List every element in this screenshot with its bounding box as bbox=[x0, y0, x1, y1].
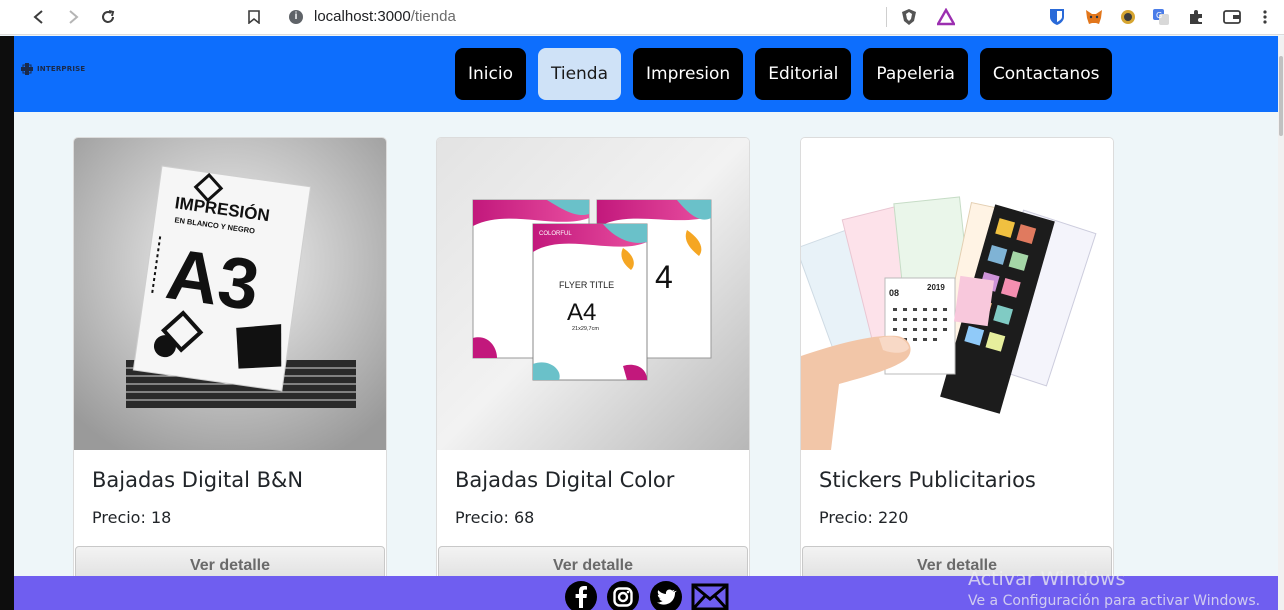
facebook-icon[interactable] bbox=[564, 580, 598, 610]
product-price: Precio: 18 bbox=[92, 508, 172, 527]
main-nav: Inicio Tienda Impresion Editorial Papele… bbox=[455, 48, 1113, 100]
svg-text:4: 4 bbox=[655, 259, 673, 295]
nav-item-inicio[interactable]: Inicio bbox=[455, 48, 526, 100]
product-image[interactable]: 2018 08 2019 bbox=[801, 138, 1113, 450]
svg-text:A3: A3 bbox=[161, 234, 263, 326]
product-price: Precio: 68 bbox=[455, 508, 535, 527]
window-edge bbox=[0, 36, 14, 610]
product-image[interactable]: IMPRESIÓN EN BLANCO Y NEGRO A3 bbox=[74, 138, 386, 450]
product-title: Bajadas Digital Color bbox=[455, 468, 675, 492]
mail-icon[interactable] bbox=[691, 580, 729, 610]
bookmark-icon[interactable] bbox=[243, 7, 265, 27]
translate-icon[interactable]: G bbox=[1152, 8, 1170, 26]
svg-text:08: 08 bbox=[889, 288, 899, 298]
address-bar[interactable]: i localhost:3000/tienda bbox=[278, 3, 888, 30]
bitwarden-icon[interactable] bbox=[1048, 8, 1066, 26]
nav-item-editorial[interactable]: Editorial bbox=[755, 48, 852, 100]
nav-item-papeleria[interactable]: Papeleria bbox=[863, 48, 968, 100]
product-image[interactable]: 4 COLORFUL FLYER TITLE A4 21x29,7cm bbox=[437, 138, 749, 450]
back-icon[interactable] bbox=[28, 7, 50, 27]
product-card: IMPRESIÓN EN BLANCO Y NEGRO A3 Bajadas D… bbox=[73, 137, 387, 597]
brave-shield-icon[interactable] bbox=[900, 8, 918, 26]
nav-item-impresion[interactable]: Impresion bbox=[633, 48, 744, 100]
brave-rewards-icon[interactable] bbox=[937, 8, 955, 26]
nav-item-tienda[interactable]: Tienda bbox=[537, 48, 622, 100]
extensions-puzzle-icon[interactable] bbox=[1187, 8, 1205, 26]
product-card: 2018 08 2019 bbox=[800, 137, 1114, 597]
divider bbox=[886, 7, 887, 27]
svg-text:COLORFUL: COLORFUL bbox=[539, 231, 572, 237]
logo-icon bbox=[21, 63, 33, 75]
extension-badge-icon[interactable] bbox=[1119, 8, 1137, 26]
product-title: Bajadas Digital B&N bbox=[92, 468, 304, 492]
url-text: localhost:3000/tienda bbox=[314, 8, 456, 25]
svg-text:G: G bbox=[1156, 11, 1162, 20]
forward-icon[interactable] bbox=[62, 7, 84, 27]
twitter-icon[interactable] bbox=[649, 580, 683, 610]
site-logo[interactable]: INTERPRISE bbox=[20, 62, 85, 76]
page-scrollbar[interactable] bbox=[1278, 36, 1284, 610]
svg-text:FLYER TITLE: FLYER TITLE bbox=[559, 280, 614, 290]
svg-text:21x29,7cm: 21x29,7cm bbox=[572, 326, 599, 332]
scrollbar-thumb[interactable] bbox=[1279, 56, 1283, 136]
activation-watermark-subtitle: Ve a Configuración para activar Windows. bbox=[968, 593, 1261, 609]
instagram-icon[interactable] bbox=[606, 580, 640, 610]
page: INTERPRISE Inicio Tienda Impresion Edito… bbox=[14, 36, 1278, 610]
logo-text: INTERPRISE bbox=[37, 65, 86, 73]
svg-text:2019: 2019 bbox=[927, 283, 945, 292]
nav-item-contactanos[interactable]: Contactanos bbox=[979, 48, 1113, 100]
site-info-icon[interactable]: i bbox=[289, 9, 303, 24]
site-header: INTERPRISE Inicio Tienda Impresion Edito… bbox=[14, 36, 1278, 112]
product-title: Stickers Publicitarios bbox=[819, 468, 1036, 492]
svg-text:A4: A4 bbox=[567, 299, 596, 326]
metamask-icon[interactable] bbox=[1085, 8, 1103, 26]
menu-kebab-icon[interactable] bbox=[1256, 8, 1274, 26]
product-card: 4 COLORFUL FLYER TITLE A4 21x29,7cm Baja… bbox=[436, 137, 750, 597]
browser-toolbar: i localhost:3000/tienda G bbox=[0, 0, 1284, 35]
activation-watermark-title: Activar Windows bbox=[968, 568, 1126, 590]
reload-icon[interactable] bbox=[97, 7, 119, 27]
product-price: Precio: 220 bbox=[819, 508, 909, 527]
wallet-icon[interactable] bbox=[1223, 8, 1241, 26]
